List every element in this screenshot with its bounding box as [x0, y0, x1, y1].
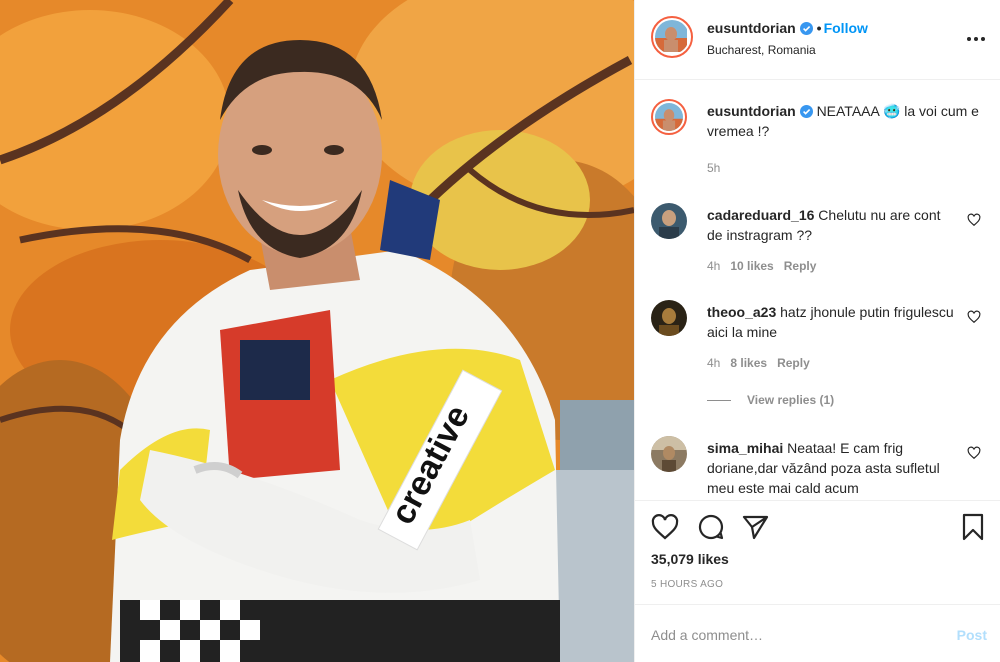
post-photo[interactable]: creative [0, 0, 634, 662]
paper-plane-icon[interactable] [741, 513, 769, 541]
caption: eusuntdorian NEATAAA 🥶 la voi cum e vrem… [651, 99, 981, 189]
comment-likes[interactable]: 10 likes [730, 259, 773, 273]
replies-divider [707, 400, 731, 402]
comment-meta: 4h 10 likes Reply [707, 259, 826, 273]
comment-item: theoo_a23 hatz jhonule putin frigulescu … [651, 300, 981, 380]
author-username[interactable]: eusuntdorian [707, 20, 796, 36]
add-comment-input[interactable]: Add a comment… [651, 627, 763, 643]
heart-icon[interactable] [651, 513, 679, 541]
avatar-image [651, 300, 687, 336]
post-timestamp[interactable]: 5 hours ago [651, 579, 723, 590]
caption-body: eusuntdorian NEATAAA 🥶 la voi cum e vrem… [707, 101, 981, 141]
photo-illustration: creative [0, 0, 634, 662]
comment-body: sima_mihai Neataa! E cam frig doriane,da… [707, 438, 959, 498]
verified-badge-icon [799, 22, 813, 35]
reply-button[interactable]: Reply [784, 259, 817, 273]
avatar-image [651, 203, 687, 239]
comment-item: cadareduard_16 Chelutu nu are cont de in… [651, 203, 981, 283]
heart-icon[interactable] [967, 213, 981, 227]
comment-body: theoo_a23 hatz jhonule putin frigulescu … [707, 302, 959, 342]
bookmark-icon[interactable] [959, 513, 987, 541]
comment-meta: 4h 8 likes Reply [707, 356, 820, 370]
post-side-panel: eusuntdorian • Follow Bucharest, Romania e… [634, 0, 1000, 662]
caption-time[interactable]: 5h [707, 161, 720, 175]
caption-avatar[interactable] [651, 99, 687, 135]
heart-icon[interactable] [967, 310, 981, 324]
avatar-image [655, 103, 683, 131]
commenter-avatar[interactable] [651, 436, 687, 472]
reply-button[interactable]: Reply [777, 356, 810, 370]
comment-username[interactable]: cadareduard_16 [707, 207, 814, 223]
view-replies-label: View replies (1) [747, 393, 835, 407]
avatar-image [651, 436, 687, 472]
heart-icon[interactable] [967, 446, 981, 460]
post-actions: 35,079 likes 5 hours ago [635, 500, 1000, 604]
separator-dot: • [816, 20, 822, 36]
commenter-avatar[interactable] [651, 203, 687, 239]
more-options-icon[interactable] [965, 30, 987, 48]
comment-likes[interactable]: 8 likes [730, 356, 767, 370]
comment-icon[interactable] [697, 513, 725, 541]
likes-count[interactable]: 35,079 likes [651, 551, 729, 567]
post-comment-button[interactable]: Post [957, 627, 987, 643]
commenter-avatar[interactable] [651, 300, 687, 336]
avatar-image [655, 20, 687, 52]
comment-username[interactable]: theoo_a23 [707, 304, 776, 320]
post-header: eusuntdorian • Follow Bucharest, Romania [635, 0, 1000, 80]
author-line: eusuntdorian • Follow [707, 20, 868, 36]
add-comment-bar: Add a comment… Post [635, 604, 1000, 662]
caption-username[interactable]: eusuntdorian [707, 103, 796, 119]
location-link[interactable]: Bucharest, Romania [707, 43, 816, 57]
verified-badge-icon [799, 103, 813, 118]
comment-username[interactable]: sima_mihai [707, 440, 783, 456]
comment-time[interactable]: 4h [707, 356, 720, 370]
comment-body: cadareduard_16 Chelutu nu are cont de in… [707, 205, 959, 245]
follow-button[interactable]: Follow [824, 20, 868, 36]
comments-list[interactable]: eusuntdorian NEATAAA 🥶 la voi cum e vrem… [635, 81, 1000, 500]
author-avatar[interactable] [651, 16, 693, 58]
comment-time[interactable]: 4h [707, 259, 720, 273]
view-replies-button[interactable]: View replies (1) [707, 393, 834, 407]
caption-meta: 5h [707, 161, 730, 175]
comment-item: sima_mihai Neataa! E cam frig doriane,da… [651, 436, 981, 500]
